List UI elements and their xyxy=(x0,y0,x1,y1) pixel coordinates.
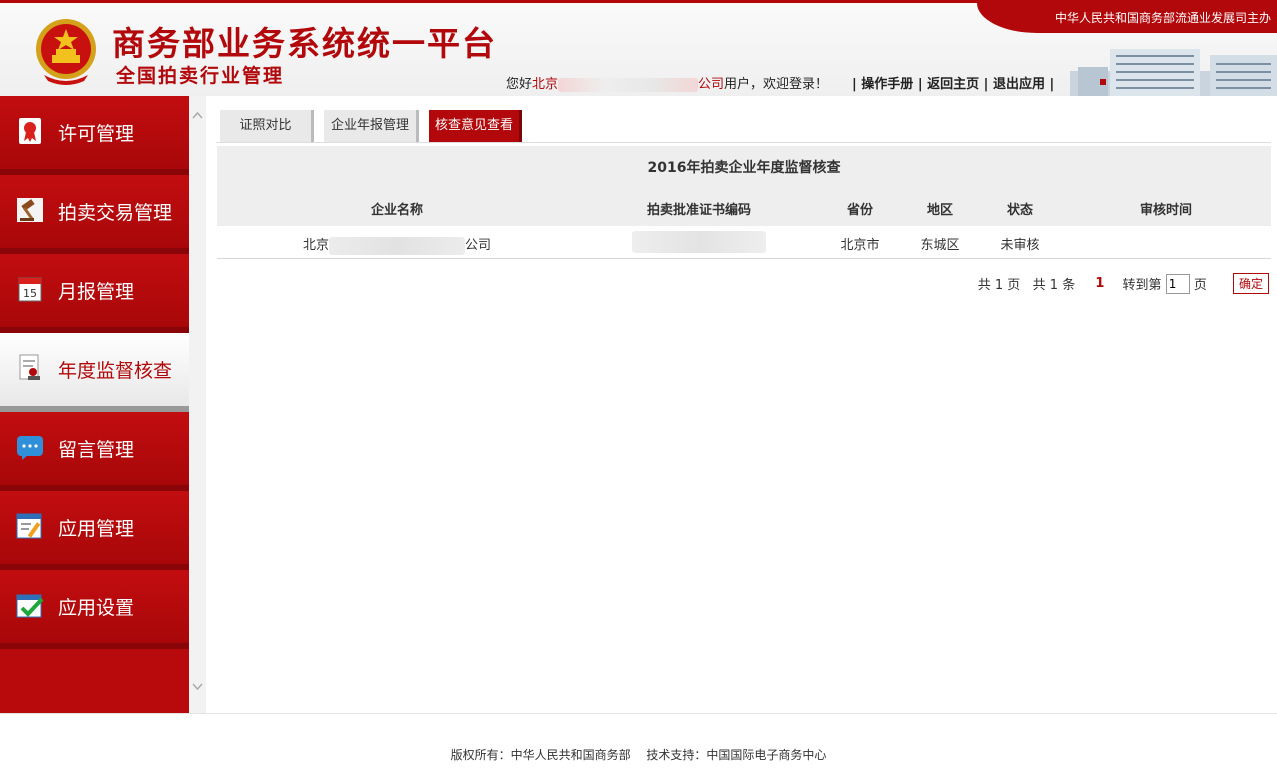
table-row[interactable]: 北京 公司 北京市 东城区 未审核 xyxy=(217,226,1271,259)
app-subtitle: 全国拍卖行业管理 xyxy=(116,65,285,87)
page-footer: 版权所有：中华人民共和国商务部 技术支持：中国国际电子商务中心 xyxy=(0,713,1277,775)
tab-divider xyxy=(216,142,1271,143)
welcome-org-start: 北京 xyxy=(532,77,559,92)
sidebar-item-label: 拍卖交易管理 xyxy=(58,202,173,224)
tab-license-compare[interactable]: 证照对比 xyxy=(220,110,314,142)
sidebar-item-monthly-report[interactable]: 15 月报管理 xyxy=(0,254,189,333)
sidebar-scrollbar[interactable] xyxy=(189,96,206,713)
pagination: 共 1 页 共 1 条 1 转到第 页 确定 xyxy=(978,273,1269,297)
manual-link[interactable]: 操作手册 xyxy=(861,77,913,92)
table-header: 2016年拍卖企业年度监督核查 企业名称 拍卖批准证书编码 省份 地区 状态 审… xyxy=(217,146,1271,226)
document-stamp-icon xyxy=(19,354,40,380)
tab-annual-report[interactable]: 企业年报管理 xyxy=(324,110,419,142)
table-title: 2016年拍卖企业年度监督核查 xyxy=(647,160,841,176)
column-header: 企业名称 xyxy=(370,203,424,218)
column-header: 拍卖批准证书编码 xyxy=(646,203,752,218)
welcome-org-end: 公司 xyxy=(698,77,725,92)
sidebar-nav: 许可管理 拍卖交易管理 15 月报管理 年度监督核查 留言管理 应用管理 应用设… xyxy=(0,96,189,713)
district-cell: 东城区 xyxy=(920,238,960,253)
goto-page-input[interactable] xyxy=(1165,273,1190,294)
checklist-icon xyxy=(16,594,44,618)
company-name-cell: 北京 公司 xyxy=(303,234,491,255)
welcome-prefix: 您好 xyxy=(506,77,533,92)
main-content: 证照对比 企业年报管理 核查意见查看 2016年拍卖企业年度监督核查 企业名称 … xyxy=(206,96,1277,713)
chat-bubble-icon xyxy=(17,436,43,460)
goto-label: 转到第 xyxy=(1122,278,1162,293)
sidebar-item-label: 许可管理 xyxy=(58,123,135,145)
sidebar-item-label: 应用设置 xyxy=(58,597,135,619)
gavel-icon xyxy=(17,198,43,222)
calendar-icon: 15 xyxy=(18,277,42,302)
total-pages: 共 1 页 xyxy=(977,278,1021,293)
calendar-day-text: 15 xyxy=(23,287,37,300)
company-name-start: 北京 xyxy=(302,238,329,253)
column-header: 省份 xyxy=(846,203,874,218)
logout-link[interactable]: 退出应用 xyxy=(993,77,1045,92)
redacted-cert-code xyxy=(632,231,766,253)
cert-code-cell xyxy=(632,231,766,253)
sidebar-item-auction-trade[interactable]: 拍卖交易管理 xyxy=(0,175,189,254)
chevron-down-icon[interactable] xyxy=(192,682,203,692)
sidebar-item-label: 月报管理 xyxy=(58,281,135,303)
sidebar-item-label: 留言管理 xyxy=(58,439,135,461)
ministry-building-icon xyxy=(1070,49,1277,96)
sponsor-text: 中华人民共和国商务部流通业发展司主办 xyxy=(1054,11,1271,25)
column-header: 状态 xyxy=(1006,203,1034,218)
tab-review-opinion[interactable]: 核查意见查看 xyxy=(429,110,522,142)
award-ribbon-icon xyxy=(19,118,41,144)
sponsor-banner: 中华人民共和国商务部流通业发展司主办 xyxy=(977,3,1277,33)
footer-copyright: 版权所有：中华人民共和国商务部 技术支持：中国国际电子商务中心 xyxy=(450,748,827,762)
sidebar-item-label: 应用管理 xyxy=(58,518,135,540)
province-cell: 北京市 xyxy=(840,238,880,253)
app-title: 商务部业务系统统一平台 xyxy=(112,24,497,63)
current-page[interactable]: 1 xyxy=(1095,276,1104,291)
sidebar-item-annual-review[interactable]: 年度监督核查 xyxy=(0,333,189,412)
redacted-org-name xyxy=(558,77,699,92)
national-emblem-icon xyxy=(36,19,96,85)
sidebar-item-messages[interactable]: 留言管理 xyxy=(0,412,189,491)
welcome-suffix: 用户，欢迎登录！ xyxy=(724,77,829,92)
confirm-button[interactable]: 确定 xyxy=(1232,273,1269,294)
sidebar-item-app-settings[interactable]: 应用设置 xyxy=(0,570,189,649)
column-header: 地区 xyxy=(926,203,954,218)
page-unit: 页 xyxy=(1193,278,1207,293)
sidebar-item-label: 年度监督核查 xyxy=(58,360,173,382)
home-link[interactable]: 返回主页 xyxy=(927,77,979,92)
total-items: 共 1 条 xyxy=(1032,278,1076,293)
status-cell: 未审核 xyxy=(1000,238,1040,253)
app-window-edit-icon xyxy=(16,513,42,539)
redacted-company-name xyxy=(329,236,465,255)
sidebar-item-app-management[interactable]: 应用管理 xyxy=(0,491,189,570)
welcome-message: 您好北京 公司用户，欢迎登录！ xyxy=(506,73,828,92)
company-name-end: 公司 xyxy=(465,238,492,253)
header-links: | 操作手册 | 返回主页 | 退出应用 | xyxy=(852,77,1055,92)
app-header: 商务部业务系统统一平台 全国拍卖行业管理 中华人民共和国商务部流通业发展司主办 … xyxy=(0,0,1277,96)
column-header: 审核时间 xyxy=(1139,203,1193,218)
sidebar-item-license[interactable]: 许可管理 xyxy=(0,96,189,175)
chevron-up-icon[interactable] xyxy=(192,110,203,120)
